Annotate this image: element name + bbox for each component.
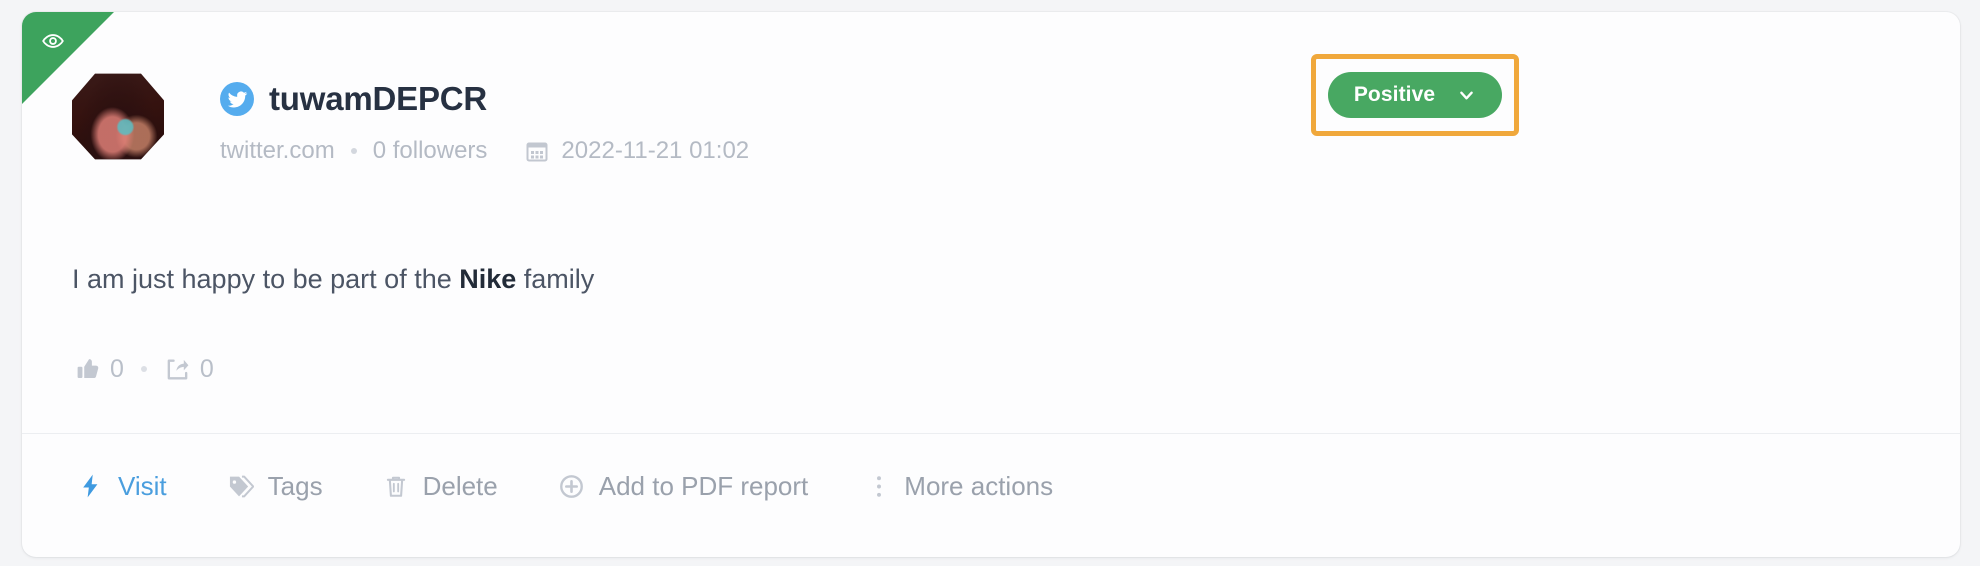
post-date: 2022-11-21 01:02 xyxy=(561,137,750,164)
action-tags-label: Tags xyxy=(267,470,323,501)
avatar[interactable] xyxy=(72,70,164,162)
author-identity: tuwamDEPCR twitter.com 0 followers 2022-… xyxy=(220,76,749,166)
action-visit[interactable]: Visit xyxy=(78,471,167,502)
footer-divider xyxy=(22,433,1960,434)
action-more-actions[interactable]: More actions xyxy=(868,471,1053,502)
action-tags[interactable]: Tags xyxy=(227,471,323,502)
author-meta-row: twitter.com 0 followers 2022-11-21 01:02 xyxy=(220,136,749,166)
trash-icon xyxy=(383,473,409,499)
shares-stat: 0 xyxy=(164,355,214,384)
thumbs-up-icon xyxy=(77,358,99,378)
dots-vertical-icon xyxy=(868,473,890,500)
card-actions: Visit Tags Delete Add to PDF report More… xyxy=(78,464,1113,508)
action-add-to-pdf-report[interactable]: Add to PDF report xyxy=(558,470,809,502)
action-delete[interactable]: Delete xyxy=(383,471,498,502)
tag-icon xyxy=(227,473,254,500)
content-text-before: I am just happy to be part of the xyxy=(72,264,460,294)
lightning-icon xyxy=(78,473,104,499)
sentiment-dropdown-button[interactable]: Positive xyxy=(1328,72,1502,118)
likes-count: 0 xyxy=(110,354,124,383)
stats-separator-dot xyxy=(140,366,147,372)
shares-count: 0 xyxy=(199,354,214,383)
action-delete-label: Delete xyxy=(422,470,498,501)
chevron-down-icon xyxy=(1460,91,1474,99)
share-icon xyxy=(167,359,189,379)
sentiment-label: Positive xyxy=(1353,83,1436,106)
source-domain: twitter.com xyxy=(220,137,335,164)
author-username: tuwamDEPCR xyxy=(269,80,488,117)
avatar-image xyxy=(72,73,164,160)
content-text-after: family xyxy=(516,264,595,294)
content-keyword: Nike xyxy=(459,264,517,294)
calendar-icon xyxy=(526,142,548,162)
meta-separator-dot xyxy=(350,148,357,154)
engagement-stats: 0 0 xyxy=(74,352,214,386)
twitter-icon xyxy=(220,82,254,116)
post-date-group: 2022-11-21 01:02 xyxy=(525,137,749,165)
action-more-actions-label: More actions xyxy=(904,470,1054,501)
mention-card: tuwamDEPCR twitter.com 0 followers 2022-… xyxy=(22,12,1960,557)
plus-circle-icon xyxy=(558,473,585,500)
mention-content: I am just happy to be part of the Nike f… xyxy=(72,262,594,297)
likes-stat: 0 xyxy=(74,355,124,384)
action-visit-label: Visit xyxy=(118,470,167,501)
action-add-to-pdf-report-label: Add to PDF report xyxy=(598,470,809,501)
author-name-row: tuwamDEPCR xyxy=(220,76,749,122)
card-header: tuwamDEPCR twitter.com 0 followers 2022-… xyxy=(22,12,1960,192)
follower-count: 0 followers xyxy=(372,137,488,164)
